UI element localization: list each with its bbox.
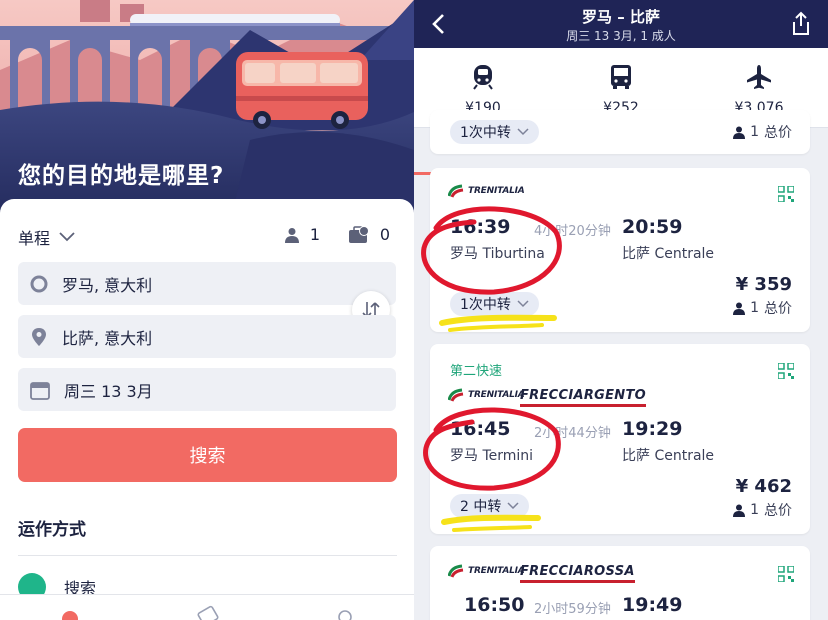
pax-count: 1 bbox=[750, 124, 759, 140]
results-header: 罗马 – 比萨 周三 13 3月, 1 成人 bbox=[414, 0, 828, 48]
transfer-label: 1次中转 bbox=[460, 125, 511, 141]
route-subtitle: 周三 13 3月, 1 成人 bbox=[566, 29, 676, 43]
bags-count: 0 bbox=[379, 225, 390, 244]
search-screen: 您的目的地是哪里? 单程 1 0 罗马, 意大利 比萨, 意大利 周三 13 3… bbox=[0, 0, 414, 620]
person-icon bbox=[733, 504, 746, 517]
route-title: 罗马 – 比萨 bbox=[582, 8, 660, 26]
bus-icon bbox=[611, 65, 631, 89]
trenitalia-mark-icon bbox=[448, 184, 464, 198]
qr-code-icon bbox=[778, 186, 794, 202]
date-field[interactable]: 周三 13 3月 bbox=[18, 368, 396, 411]
chevron-down-icon bbox=[517, 128, 529, 136]
chevron-down-icon bbox=[517, 300, 529, 308]
pax-count: 1 bbox=[750, 502, 759, 518]
person-icon bbox=[733, 126, 746, 139]
luggage-icon bbox=[348, 225, 369, 243]
operator-name: TRENITALIA bbox=[468, 186, 525, 196]
transfer-pill[interactable]: 1次中转 bbox=[450, 120, 539, 144]
search-button[interactable]: 搜索 bbox=[18, 428, 397, 482]
trip-type-selector[interactable]: 单程 bbox=[18, 225, 76, 249]
origin-value: 罗马, 意大利 bbox=[62, 275, 153, 295]
price-pax: 1 总价 bbox=[733, 500, 792, 520]
chevron-down-icon bbox=[507, 502, 519, 510]
result-card[interactable]: TRENITALIA 16:39 4小时20分钟 20:59 罗马 Tiburt… bbox=[430, 168, 810, 332]
train-icon bbox=[473, 65, 493, 90]
person-icon bbox=[284, 227, 299, 243]
train-brand-logo: FRECCIAROSSA bbox=[520, 564, 635, 583]
duration: 4小时20分钟 bbox=[534, 224, 611, 239]
origin-circle-icon bbox=[30, 275, 48, 292]
result-card-partial[interactable]: 1次中转 1 总价 bbox=[430, 110, 810, 154]
plane-icon bbox=[747, 65, 771, 89]
chevron-down-icon bbox=[59, 232, 75, 242]
transfer-label: 1次中转 bbox=[460, 297, 511, 313]
total-label: 总价 bbox=[764, 125, 792, 141]
results-screen: 罗马 – 比萨 周三 13 3月, 1 成人 ¥190 ¥252 ¥3,076 … bbox=[414, 0, 828, 620]
total-label: 总价 bbox=[764, 503, 792, 519]
pax-count: 1 bbox=[750, 300, 759, 316]
operator-name: TRENITALIA bbox=[468, 566, 525, 576]
bags-selector[interactable]: 0 bbox=[348, 225, 390, 244]
price-pax: 1 总价 bbox=[733, 122, 792, 142]
calendar-icon bbox=[30, 381, 50, 400]
destination-field[interactable]: 比萨, 意大利 bbox=[18, 315, 396, 358]
ticket-price: ¥ 462 bbox=[735, 476, 792, 497]
result-card[interactable]: 第二快速 TRENITALIA FRECCIARGENTO 16:45 2小时4… bbox=[430, 344, 810, 534]
duration: 2小时59分钟 bbox=[534, 602, 611, 617]
departure-station: 罗马 Tiburtina bbox=[450, 246, 545, 262]
home-tab-icon bbox=[62, 611, 78, 620]
origin-field[interactable]: 罗马, 意大利 bbox=[18, 262, 396, 305]
arrival-station: 比萨 Centrale bbox=[622, 246, 715, 262]
transfer-pill[interactable]: 2 中转 bbox=[450, 494, 530, 518]
person-icon bbox=[733, 302, 746, 315]
total-label: 总价 bbox=[764, 301, 792, 317]
trenitalia-logo: TRENITALIA bbox=[448, 184, 525, 198]
arrival-time: 19:29 bbox=[622, 418, 683, 440]
departure-station: 罗马 Termini bbox=[450, 448, 534, 464]
divider bbox=[18, 555, 397, 556]
transfer-label: 2 中转 bbox=[460, 499, 502, 515]
passenger-selector[interactable]: 1 bbox=[284, 225, 320, 244]
location-pin-icon bbox=[32, 327, 46, 346]
passenger-count: 1 bbox=[309, 225, 320, 244]
share-icon[interactable] bbox=[790, 11, 812, 37]
destination-value: 比萨, 意大利 bbox=[62, 328, 153, 348]
ticket-price: ¥ 359 bbox=[735, 274, 792, 295]
profile-tab-icon bbox=[338, 610, 352, 620]
transfer-pill[interactable]: 1次中转 bbox=[450, 292, 539, 316]
duration: 2小时44分钟 bbox=[534, 426, 611, 441]
qr-code-icon bbox=[778, 566, 794, 582]
departure-time: 16:39 bbox=[450, 216, 511, 238]
departure-time: 16:45 bbox=[450, 418, 511, 440]
arrival-station: 比萨 Centrale bbox=[622, 448, 715, 464]
operator-name: TRENITALIA bbox=[468, 390, 525, 400]
arrival-time: 20:59 bbox=[622, 216, 683, 238]
departure-time: 16:50 bbox=[464, 594, 525, 616]
arrival-time: 19:49 bbox=[622, 594, 683, 616]
result-card[interactable]: TRENITALIA FRECCIAROSSA 16:50 2小时59分钟 19… bbox=[430, 546, 810, 620]
how-it-works-title: 运作方式 bbox=[18, 520, 86, 540]
trenitalia-mark-icon bbox=[448, 564, 464, 578]
qr-code-icon bbox=[778, 363, 794, 379]
bottom-nav bbox=[0, 594, 414, 620]
train-brand-logo: FRECCIARGENTO bbox=[520, 388, 647, 407]
hero-illustration: 您的目的地是哪里? bbox=[0, 0, 414, 222]
fastest-tag: 第二快速 bbox=[450, 364, 503, 379]
trip-options-row: 单程 1 0 bbox=[18, 225, 398, 249]
search-form: 单程 1 0 罗马, 意大利 比萨, 意大利 周三 13 3月 搜索 运作方式 … bbox=[0, 199, 414, 620]
trip-type-label: 单程 bbox=[18, 229, 51, 248]
trenitalia-logo: TRENITALIA bbox=[448, 564, 525, 578]
trenitalia-mark-icon bbox=[448, 388, 464, 402]
trenitalia-logo: TRENITALIA bbox=[448, 388, 525, 402]
date-value: 周三 13 3月 bbox=[64, 381, 153, 401]
price-pax: 1 总价 bbox=[733, 298, 792, 318]
hero-title: 您的目的地是哪里? bbox=[18, 163, 225, 189]
tickets-tab-icon bbox=[197, 605, 219, 620]
